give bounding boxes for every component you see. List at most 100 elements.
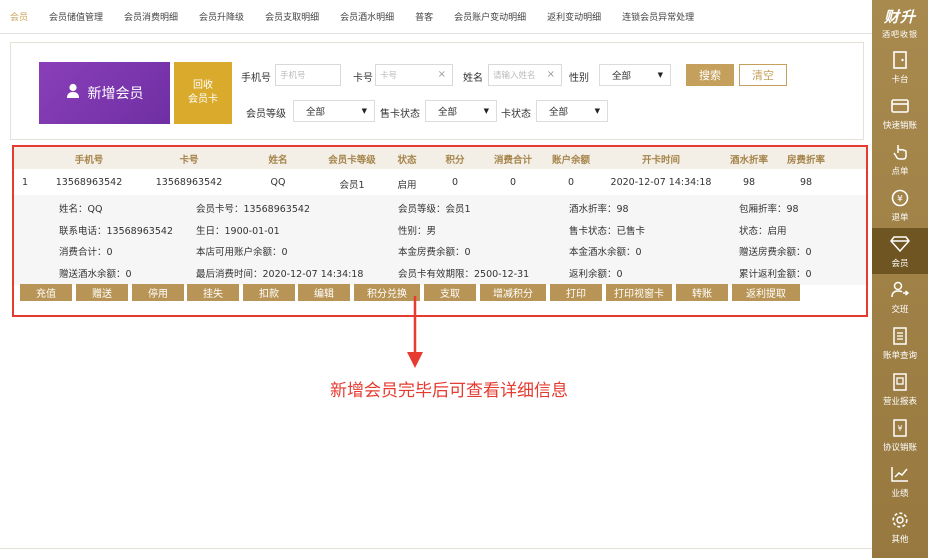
sidebar-item-bill-query[interactable]: 账单查询 bbox=[872, 320, 928, 366]
row-level: 会员1 bbox=[339, 180, 365, 191]
sidebar-item-business-report[interactable]: 营业报表 bbox=[872, 366, 928, 412]
sale-status-select[interactable]: 全部 ▼ bbox=[425, 100, 497, 122]
card-label: 卡号 bbox=[353, 73, 373, 84]
clear-button[interactable]: 清空 bbox=[739, 64, 787, 86]
sidebar-item-member[interactable]: 会员 bbox=[872, 228, 928, 274]
detail-sale-status: 售卡状态：已售卡 bbox=[569, 226, 646, 237]
print-button[interactable]: 打印 bbox=[550, 284, 602, 301]
detail-room-balance: 本金房费余额：0 bbox=[398, 247, 471, 258]
member-table: 手机号 卡号 姓名 会员卡等级 状态 积分 消费合计 账户余额 开卡时间 酒水折… bbox=[12, 145, 868, 317]
search-button[interactable]: 搜索 bbox=[686, 64, 734, 86]
diamond-icon bbox=[890, 234, 910, 254]
recycle-label-line1: 回收 bbox=[193, 80, 213, 91]
name-input[interactable]: 请输入姓名 × bbox=[488, 64, 562, 86]
member-detail: 姓名：QQ 会员卡号：13568963542 会员等级：会员1 酒水折率：98 … bbox=[14, 195, 866, 285]
phone-input[interactable]: 手机号 bbox=[275, 64, 341, 86]
header-open-time: 开卡时间 bbox=[641, 155, 681, 166]
report-loss-button[interactable]: 挂失 bbox=[187, 284, 239, 301]
sidebar-item-order[interactable]: 点单 bbox=[872, 136, 928, 182]
edit-button[interactable]: 编辑 bbox=[298, 284, 350, 301]
detail-card-no: 会员卡号：13568963542 bbox=[196, 204, 310, 215]
gender-value: 全部 bbox=[612, 71, 632, 82]
sidebar-item-label: 交班 bbox=[891, 304, 909, 315]
sidebar-item-label: 退单 bbox=[891, 212, 909, 223]
recharge-button[interactable]: 充值 bbox=[20, 284, 72, 301]
detail-gift-drink: 赠送酒水余额：0 bbox=[59, 269, 132, 280]
card-status-value: 全部 bbox=[549, 107, 569, 118]
handover-icon bbox=[890, 280, 910, 300]
tab-withdraw-detail[interactable]: 会员支取明细 bbox=[265, 10, 319, 23]
brand-subtitle: 酒吧收银 bbox=[882, 30, 918, 39]
tab-member[interactable]: 会员 bbox=[10, 10, 28, 23]
disable-button[interactable]: 停用 bbox=[132, 284, 184, 301]
detail-drink-discount: 酒水折率：98 bbox=[569, 204, 629, 215]
detail-total-rebate: 累计返利金额：0 bbox=[739, 269, 812, 280]
adjust-points-button[interactable]: 增减积分 bbox=[480, 284, 546, 301]
tab-account-change[interactable]: 会员账户变动明细 bbox=[454, 10, 526, 23]
level-select[interactable]: 全部 ▼ bbox=[293, 100, 375, 122]
detail-drink-balance: 本金酒水余额：0 bbox=[569, 247, 642, 258]
sidebar-item-tables[interactable]: 卡台 bbox=[872, 44, 928, 90]
report-icon bbox=[890, 372, 910, 392]
sidebar-item-refund[interactable]: ¥ 退单 bbox=[872, 182, 928, 228]
header-level: 会员卡等级 bbox=[328, 155, 376, 166]
table-row[interactable]: 1 13568963542 13568963542 QQ 会员1 启用 0 0 … bbox=[14, 169, 866, 195]
add-member-button[interactable]: 新增会员 bbox=[39, 62, 170, 124]
header-consume: 消费合计 bbox=[493, 155, 533, 166]
card-status-select[interactable]: 全部 ▼ bbox=[536, 100, 608, 122]
search-panel: 新增会员 回收 会员卡 手机号 手机号 卡号 卡号 × 姓名 请输入姓名 × 性… bbox=[10, 42, 864, 140]
gender-select[interactable]: 全部 ▼ bbox=[599, 64, 671, 86]
sidebar-item-agreement[interactable]: ¥ 协议销账 bbox=[872, 412, 928, 458]
rebate-withdraw-button[interactable]: 返利提取 bbox=[732, 284, 800, 301]
card-input[interactable]: 卡号 × bbox=[375, 64, 453, 86]
table-header: 手机号 卡号 姓名 会员卡等级 状态 积分 消费合计 账户余额 开卡时间 酒水折… bbox=[14, 147, 866, 169]
sidebar-item-label: 点单 bbox=[891, 166, 909, 177]
tab-level-change[interactable]: 会员升降级 bbox=[199, 10, 244, 23]
svg-text:¥: ¥ bbox=[897, 194, 903, 204]
header-status: 状态 bbox=[397, 155, 417, 166]
detail-last-consume: 最后消费时间：2020-12-07 14:34:18 bbox=[196, 269, 364, 280]
tab-chain-exception[interactable]: 连锁会员异常处理 bbox=[622, 10, 694, 23]
header-balance: 账户余额 bbox=[551, 155, 591, 166]
detail-name: 姓名：QQ bbox=[59, 204, 103, 215]
sidebar-item-quick-checkout[interactable]: 快速销账 bbox=[872, 90, 928, 136]
user-icon bbox=[66, 83, 80, 103]
chevron-down-icon: ▼ bbox=[594, 107, 600, 115]
clear-name-icon[interactable]: × bbox=[547, 69, 555, 80]
sidebar-item-label: 账单查询 bbox=[882, 350, 917, 361]
detail-status: 状态：启用 bbox=[739, 226, 787, 237]
hand-pointer-icon bbox=[890, 142, 910, 162]
gift-button[interactable]: 赠送 bbox=[76, 284, 128, 301]
tab-stored-value[interactable]: 会员储值管理 bbox=[49, 10, 103, 23]
header-room-discount: 房费折率 bbox=[786, 155, 826, 166]
sale-status-label: 售卡状态 bbox=[380, 109, 420, 120]
recycle-label-line2: 会员卡 bbox=[188, 94, 218, 105]
clear-card-icon[interactable]: × bbox=[438, 69, 446, 80]
brand-title: 财升 bbox=[883, 8, 916, 26]
sidebar-item-performance[interactable]: 业绩 bbox=[872, 458, 928, 504]
transfer-button[interactable]: 转账 bbox=[676, 284, 728, 301]
header-name: 姓名 bbox=[268, 155, 288, 166]
tab-regular-guest[interactable]: 普客 bbox=[415, 10, 433, 23]
level-label: 会员等级 bbox=[246, 109, 286, 120]
sidebar-item-shift[interactable]: 交班 bbox=[872, 274, 928, 320]
tab-rebate-change[interactable]: 返利变动明细 bbox=[547, 10, 601, 23]
chevron-down-icon: ▼ bbox=[361, 107, 367, 115]
row-open-time: 2020-12-07 14:34:18 bbox=[610, 177, 712, 188]
detail-total-consume: 消费合计：0 bbox=[59, 247, 113, 258]
deduct-button[interactable]: 扣款 bbox=[243, 284, 295, 301]
row-balance: 0 bbox=[567, 177, 575, 188]
phone-placeholder: 手机号 bbox=[280, 71, 306, 81]
detail-rebate: 返利余额：0 bbox=[569, 269, 623, 280]
tab-drink-detail[interactable]: 会员酒水明细 bbox=[340, 10, 394, 23]
sidebar-item-other[interactable]: 其他 bbox=[872, 504, 928, 550]
row-card: 13568963542 bbox=[155, 177, 223, 188]
sidebar: 财升 酒吧收银 卡台 快速销账 点单 ¥ 退单 会员 交班 账单查询 营业报表 … bbox=[872, 0, 928, 558]
withdraw-button[interactable]: 支取 bbox=[424, 284, 476, 301]
print-window-card-button[interactable]: 打印视窗卡 bbox=[606, 284, 672, 301]
row-index: 1 bbox=[21, 177, 29, 188]
chevron-down-icon: ▼ bbox=[483, 107, 489, 115]
recycle-card-button[interactable]: 回收 会员卡 bbox=[174, 62, 232, 124]
tab-consume-detail[interactable]: 会员消费明细 bbox=[124, 10, 178, 23]
detail-phone: 联系电话：13568963542 bbox=[59, 226, 173, 237]
